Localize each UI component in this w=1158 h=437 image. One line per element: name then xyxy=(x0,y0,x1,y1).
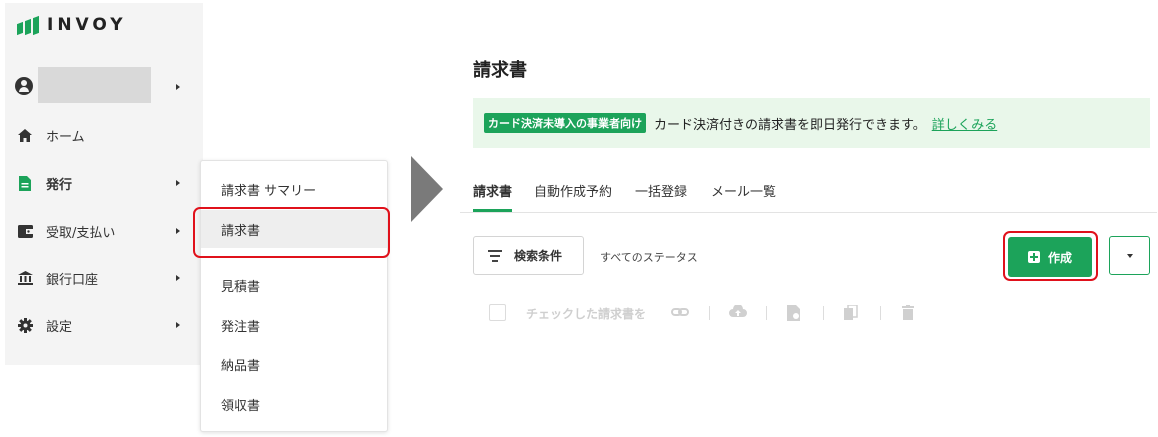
tab-invoice[interactable]: 請求書 xyxy=(473,181,513,212)
invoice-tabs: 請求書 自動作成予約 一括登録 メール一覧 xyxy=(460,176,1157,213)
tab-bulk-register[interactable]: 一括登録 xyxy=(635,181,687,212)
user-icon xyxy=(15,77,33,95)
sidebar-item-label: 発行 xyxy=(46,177,73,193)
link-icon[interactable] xyxy=(671,305,689,323)
search-conditions-button[interactable]: 検索条件 xyxy=(473,236,584,275)
sidebar-item-label: 受取/支払い xyxy=(46,225,116,241)
issue-submenu: 請求書 サマリー 請求書 見積書 発注書 納品書 領収書 xyxy=(200,160,388,432)
caret-right-icon xyxy=(176,228,180,234)
highlight-invoice-menu xyxy=(193,207,390,258)
bank-icon xyxy=(17,270,33,286)
logo[interactable]: INVOY xyxy=(17,15,127,35)
bulk-action-bar: チェックした請求書を xyxy=(489,303,929,323)
promo-details-link[interactable]: 詳しくみる xyxy=(932,114,998,133)
tab-auto-create[interactable]: 自動作成予約 xyxy=(534,181,612,212)
cloud-upload-icon[interactable] xyxy=(729,304,747,323)
sidebar-item-issue[interactable]: 発行 xyxy=(5,168,203,198)
create-dropdown-button[interactable] xyxy=(1109,236,1150,275)
toolbar-divider xyxy=(823,306,824,320)
toolbar-divider xyxy=(709,306,710,320)
submenu-item-quotation[interactable]: 見積書 xyxy=(201,266,387,304)
filter-icon xyxy=(488,250,502,262)
sidebar-item-label: ホーム xyxy=(46,129,85,145)
caret-right-icon xyxy=(176,275,180,281)
submenu-item-receipt[interactable]: 領収書 xyxy=(201,385,387,423)
submenu-item-delivery-note[interactable]: 納品書 xyxy=(201,345,387,383)
home-icon xyxy=(17,127,33,143)
toolbar-divider xyxy=(880,306,881,320)
promo-text: カード決済付きの請求書を即日発行できます。 xyxy=(654,117,926,133)
trash-icon[interactable] xyxy=(902,305,914,324)
sidebar-item-label: 銀行口座 xyxy=(46,272,99,288)
tab-mail-list[interactable]: メール一覧 xyxy=(711,181,776,212)
sidebar-item-bank[interactable]: 銀行口座 xyxy=(5,263,203,293)
document-check-icon[interactable] xyxy=(787,305,801,325)
caret-right-icon xyxy=(176,322,180,328)
promo-banner: カード決済未導入の事業者向け カード決済付きの請求書を即日発行できます。 詳しく… xyxy=(473,98,1150,148)
status-filter-text: すべてのステータス xyxy=(600,251,698,264)
sidebar-item-settings[interactable]: 設定 xyxy=(5,310,203,340)
search-conditions-label: 検索条件 xyxy=(514,249,563,263)
copy-icon[interactable] xyxy=(844,304,858,325)
brand-name: INVOY xyxy=(47,15,127,35)
submenu-item-invoice-summary[interactable]: 請求書 サマリー xyxy=(201,170,387,208)
step-arrow-icon xyxy=(411,156,443,222)
page-title: 請求書 xyxy=(473,60,527,81)
submenu-item-purchase-order[interactable]: 発注書 xyxy=(201,306,387,344)
wallet-icon xyxy=(17,223,33,239)
bulk-action-label: チェックした請求書を xyxy=(526,307,647,321)
chevron-down-icon xyxy=(1127,254,1133,258)
caret-right-icon xyxy=(176,180,180,186)
highlight-create-button xyxy=(1003,231,1098,281)
account-switcher[interactable] xyxy=(5,67,203,105)
sidebar-item-receive-pay[interactable]: 受取/支払い xyxy=(5,216,203,246)
gear-icon xyxy=(17,317,33,333)
account-name-redacted xyxy=(38,67,151,103)
sidebar-item-home[interactable]: ホーム xyxy=(5,120,203,150)
sidebar: INVOY ホーム 発行 受取/支払い 銀行口座 設定 xyxy=(5,3,203,365)
select-all-checkbox[interactable] xyxy=(489,304,506,321)
toolbar-divider xyxy=(766,306,767,320)
invoy-logo-icon xyxy=(17,15,39,35)
promo-badge: カード決済未導入の事業者向け xyxy=(484,113,646,133)
sidebar-item-label: 設定 xyxy=(46,319,73,335)
document-icon xyxy=(17,175,33,191)
caret-right-icon xyxy=(176,84,180,90)
